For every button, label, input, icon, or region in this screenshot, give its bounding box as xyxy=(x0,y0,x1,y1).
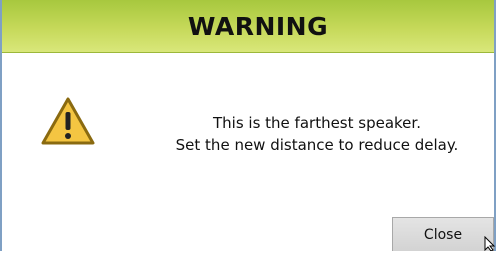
warning-triangle-icon xyxy=(40,96,96,146)
message-line-1: This is the farthest speaker. xyxy=(213,114,421,132)
close-button[interactable]: Close xyxy=(392,217,494,251)
dialog-titlebar: WARNING xyxy=(2,0,494,53)
dialog-title: WARNING xyxy=(187,11,329,41)
mouse-pointer-icon xyxy=(484,235,496,252)
dialog-message: This is the farthest speaker. Set the ne… xyxy=(152,112,482,156)
message-line-2: Set the new distance to reduce delay. xyxy=(175,136,459,154)
warning-dialog: WARNING This is the farthest speaker. Se… xyxy=(0,0,496,251)
